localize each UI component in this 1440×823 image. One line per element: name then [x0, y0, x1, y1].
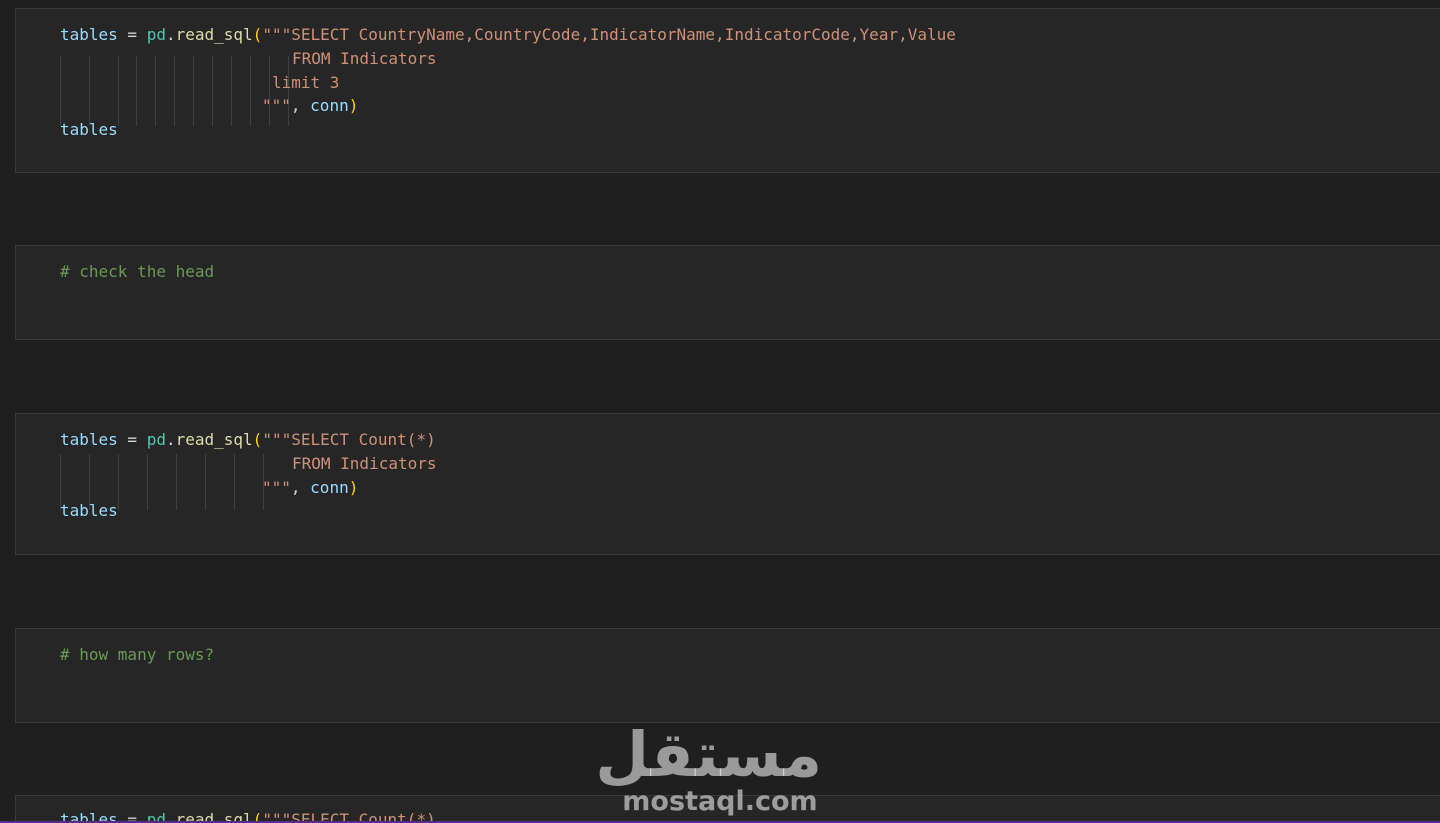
- variable-token: conn: [310, 96, 349, 116]
- variable-token: tables: [60, 25, 118, 44]
- code-cell-2[interactable]: tables = pd.read_sql("""SELECT Count(*) F…: [15, 413, 1440, 555]
- code-line: FROM Indicators: [60, 47, 956, 71]
- markdown-cell-2[interactable]: # how many rows?: [15, 628, 1440, 723]
- code-editor[interactable]: tables = pd.read_sql("""SELECT CountryNa…: [60, 23, 956, 142]
- function-token: read_sql: [175, 25, 253, 44]
- dot-token: .: [165, 430, 176, 449]
- code-line: tables = pd.read_sql("""SELECT CountryNa…: [60, 23, 956, 47]
- operator-token: =: [117, 430, 147, 449]
- code-line: tables: [60, 499, 437, 523]
- variable-token: tables: [60, 430, 118, 449]
- separator-token: ,: [290, 477, 311, 497]
- markdown-editor[interactable]: # how many rows?: [60, 643, 214, 667]
- bracket-token: ): [348, 477, 359, 497]
- markdown-editor[interactable]: # check the head: [60, 260, 214, 284]
- code-line: tables: [60, 118, 956, 142]
- markdown-cell-1[interactable]: # check the head: [15, 245, 1440, 340]
- bracket-token: (: [252, 25, 263, 44]
- bracket-token: (: [252, 430, 263, 449]
- variable-token: tables: [60, 120, 118, 140]
- code-line: """, conn): [60, 94, 956, 118]
- string-token: """: [262, 96, 291, 116]
- dot-token: .: [165, 25, 176, 44]
- code-line: tables = pd.read_sql("""SELECT Count(*): [60, 428, 437, 452]
- string-token: """SELECT CountryName,CountryCode,Indica…: [262, 25, 956, 44]
- bracket-token: ): [348, 96, 359, 116]
- code-line: limit 3: [60, 71, 956, 95]
- variable-token: conn: [310, 477, 349, 497]
- string-token: """: [262, 477, 291, 497]
- module-token: pd: [146, 25, 166, 44]
- separator-token: ,: [290, 96, 311, 116]
- string-token: """SELECT Count(*): [262, 430, 436, 449]
- comment-line: # check the head: [60, 262, 215, 281]
- function-token: read_sql: [175, 430, 253, 449]
- watermark-arabic-logo: مستقل: [595, 718, 822, 791]
- code-cell-1[interactable]: tables = pd.read_sql("""SELECT CountryNa…: [15, 8, 1440, 173]
- string-token: limit 3: [272, 72, 340, 92]
- string-token: FROM Indicators: [292, 453, 437, 473]
- variable-token: tables: [60, 501, 118, 521]
- comment-line: # how many rows?: [60, 645, 215, 664]
- code-line: FROM Indicators: [60, 452, 437, 476]
- operator-token: =: [117, 25, 147, 44]
- code-cell-3[interactable]: tables = pd.read_sql("""SELECT Count(*): [15, 795, 1440, 823]
- code-editor[interactable]: tables = pd.read_sql("""SELECT Count(*) F…: [60, 428, 437, 523]
- code-line: """, conn): [60, 476, 437, 500]
- string-token: FROM Indicators: [292, 48, 437, 68]
- module-token: pd: [146, 430, 166, 449]
